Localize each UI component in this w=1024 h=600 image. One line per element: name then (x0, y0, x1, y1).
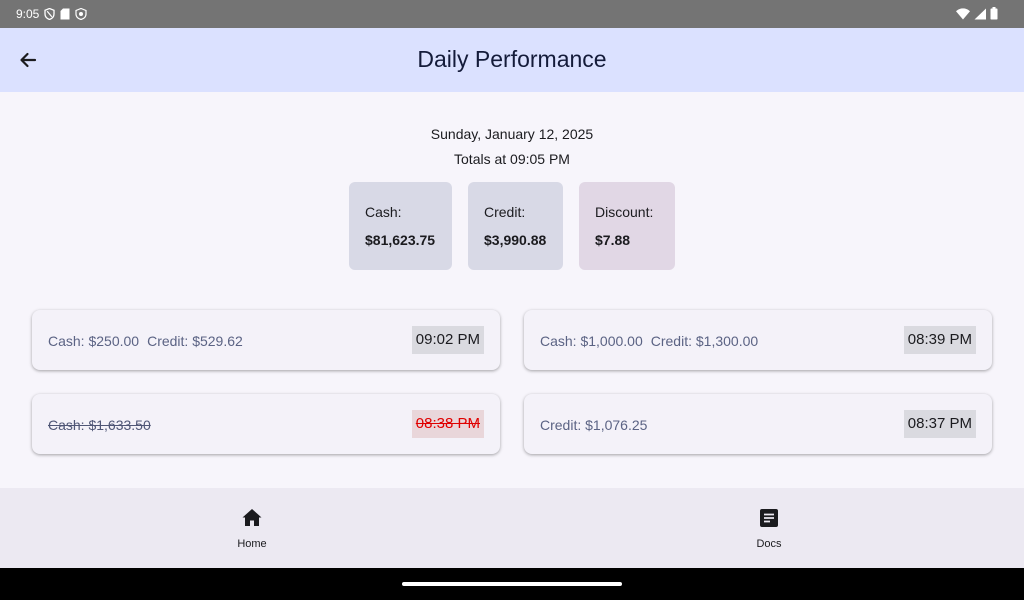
transaction-cash: Cash: $1,633.50 (48, 417, 151, 433)
transaction-credit: Credit: $1,076.25 (540, 417, 648, 433)
transaction-amounts: Credit: $1,076.25 (540, 417, 647, 433)
sd-card-icon (60, 8, 70, 23)
cash-summary-label: Cash: (365, 204, 402, 220)
voided-transaction-card[interactable]: Cash: $1,633.50 08:38 PM (32, 394, 500, 454)
transaction-card[interactable]: Cash: $250.00 Credit: $529.62 09:02 PM (32, 310, 500, 370)
app-bar: Daily Performance (0, 28, 1024, 92)
transaction-credit: Credit: $1,300.00 (650, 333, 759, 349)
credit-summary-card: Credit: $3,990.88 (468, 182, 563, 270)
signal-icon (974, 8, 986, 23)
transaction-amounts: Cash: $1,000.00 Credit: $1,300.00 (540, 333, 758, 349)
home-icon (240, 506, 264, 530)
discount-summary-value: $7.88 (595, 232, 631, 248)
totals-time: Totals at 09:05 PM (454, 151, 570, 167)
status-left-icons (44, 7, 87, 23)
transaction-time: 08:37 PM (903, 410, 976, 438)
shield-icon (44, 7, 55, 23)
transaction-amounts: Cash: $250.00 Credit: $529.62 (48, 333, 243, 349)
credit-summary-label: Credit: (484, 204, 526, 220)
page-title: Daily Performance (417, 46, 607, 72)
nav-label-docs: Docs (756, 538, 782, 550)
bottom-navigation: Home Docs (0, 488, 1024, 568)
nav-label-home: Home (237, 538, 267, 550)
status-time: 9:05 (16, 7, 40, 21)
vpn-icon (75, 7, 87, 23)
transaction-credit: Credit: $529.62 (147, 333, 243, 349)
discount-summary-label: Discount: (595, 204, 654, 220)
transaction-cash: Cash: $250.00 (48, 333, 140, 349)
transaction-cash: Cash: $1,000.00 (540, 333, 643, 349)
transaction-time: 09:02 PM (411, 326, 484, 354)
document-icon (757, 506, 781, 530)
credit-summary-value: $3,990.88 (484, 232, 547, 248)
transaction-time: 08:38 PM (411, 410, 484, 438)
nav-item-home[interactable]: Home (192, 488, 312, 568)
transaction-card[interactable]: Credit: $1,076.25 08:37 PM (524, 394, 992, 454)
transaction-card[interactable]: Cash: $1,000.00 Credit: $1,300.00 08:39 P… (524, 310, 992, 370)
battery-icon (990, 7, 998, 23)
discount-summary-card: Discount: $7.88 (579, 182, 675, 270)
transaction-time: 08:39 PM (903, 326, 976, 354)
system-gesture-bar (0, 568, 1024, 600)
nav-item-docs[interactable]: Docs (709, 488, 829, 568)
gesture-handle[interactable] (402, 582, 622, 586)
cash-summary-card: Cash: $81,623.75 (349, 182, 452, 270)
status-right-icons (956, 7, 998, 23)
cash-summary-value: $81,623.75 (365, 232, 436, 248)
wifi-icon (956, 7, 970, 23)
report-date: Sunday, January 12, 2025 (430, 126, 594, 142)
transaction-amounts: Cash: $1,633.50 (48, 417, 151, 433)
status-bar: 9:05 (0, 0, 1024, 28)
